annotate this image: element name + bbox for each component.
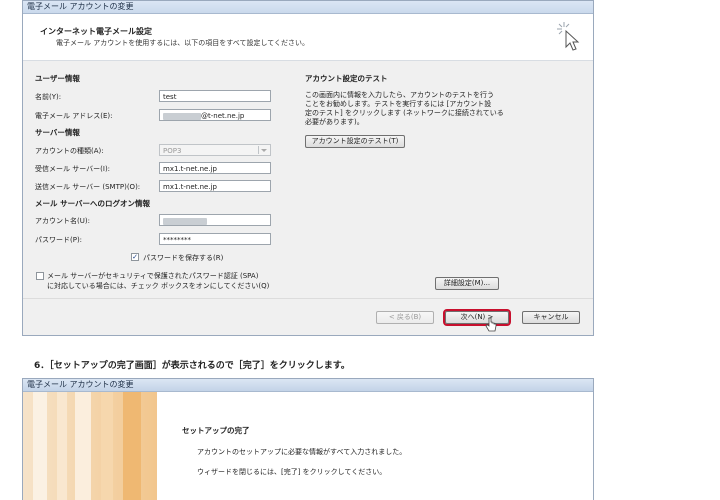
redacted-text [163,217,207,225]
setup-complete-line1: アカウントのセットアップに必要な情報がすべて入力されました。 [197,448,407,456]
setup-complete-heading: セットアップの完了 [182,426,250,435]
account-type-select: POP3 [159,144,271,156]
spa-label-line1: メール サーバーがセキュリティで保護されたパスワード認証 (SPA) [47,272,259,280]
save-password-checkbox[interactable]: ✓ [131,253,139,261]
back-button[interactable]: < 戻る(B) [376,311,434,324]
wizard-side-art [23,392,157,500]
header-title: インターネット電子メール設定 [40,27,152,36]
advanced-settings-button[interactable]: 詳細設定(M)... [435,277,499,290]
account-name-label: アカウント名(U): [35,217,90,225]
spa-label-line2: に対応している場合には、チェック ボックスをオンにしてください(Q) [47,282,270,290]
password-label: パスワード(P): [35,236,83,244]
account-change-dialog: 電子メール アカウントの変更 インターネット電子メール設定 電子メール アカウン… [22,0,594,336]
cancel-button[interactable]: キャンセル [522,311,580,324]
setup-complete-content: セットアップの完了 アカウントのセットアップに必要な情報がすべて入力されました。… [157,392,593,500]
header-subtitle: 電子メール アカウントを使用するには、以下の項目をすべて設定してください。 [56,39,310,47]
account-name-input[interactable] [159,214,271,226]
account-type-value: POP3 [163,147,182,155]
chevron-down-icon [258,146,269,154]
save-password-label: パスワードを保存する(R) [143,254,224,262]
art-stripe [101,392,113,500]
test-account-button[interactable]: アカウント設定のテスト(T) [305,135,405,148]
art-stripe [33,392,47,500]
test-section: アカウント設定のテスト [305,74,388,83]
name-label: 名前(Y): [35,93,62,101]
name-input[interactable]: test [159,90,271,102]
setup-complete-dialog: 電子メール アカウントの変更 セットアップの完了 アカウントのセットアップに必要… [22,378,594,500]
server-info-section: サーバー情報 [35,128,80,137]
incoming-server-input[interactable]: mx1.t-net.ne.jp [159,162,271,174]
art-stripe [75,392,91,500]
incoming-server-label: 受信メール サーバー(I): [35,165,111,173]
outgoing-server-label: 送信メール サーバー (SMTP)(O): [35,183,141,191]
wizard-cursor-icon [557,22,580,51]
dialog-footer: < 戻る(B) 次へ(N) > キャンセル [23,298,593,335]
email-domain: @t-net.ne.jp [201,112,245,120]
outgoing-server-input[interactable]: mx1.t-net.ne.jp [159,180,271,192]
window-title: 電子メール アカウントの変更 [23,379,593,392]
dialog-body: ユーザー情報 名前(Y): test 電子メール アドレス(E): @t-net… [23,61,593,301]
redacted-text [163,112,201,120]
email-input[interactable]: @t-net.ne.jp [159,109,271,121]
setup-complete-line2: ウィザードを閉じるには、[完了] をクリックしてください。 [197,468,387,476]
logon-info-section: メール サーバーへのログオン情報 [35,199,151,208]
dialog-header: インターネット電子メール設定 電子メール アカウントを使用するには、以下の項目を… [23,14,593,61]
account-type-label: アカウントの種類(A): [35,147,104,155]
email-label: 電子メール アドレス(E): [35,112,113,120]
test-desc-line4: 必要があります)。 [305,118,364,126]
art-stripe [57,392,67,500]
user-info-section: ユーザー情報 [35,74,80,83]
hand-cursor-icon [485,317,497,332]
next-button[interactable]: 次へ(N) > [443,309,511,326]
password-input[interactable]: ******** [159,233,271,245]
spa-checkbox[interactable] [36,272,44,280]
art-stripe [123,392,141,500]
window-title: 電子メール アカウントの変更 [23,1,593,14]
step-caption: 6．［セットアップの完了画面］が表示されるので［完了］をクリックします。 [34,361,350,371]
